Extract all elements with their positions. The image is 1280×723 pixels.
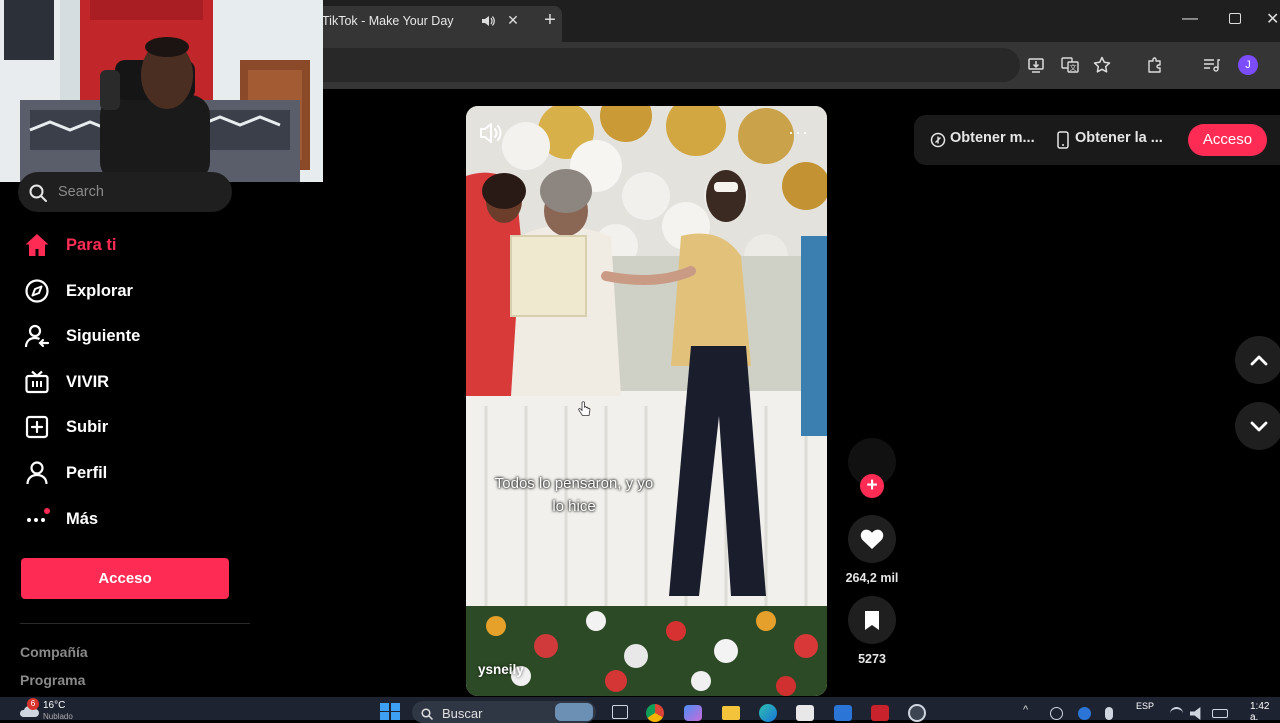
search-highlight-image [555, 703, 593, 721]
search-input[interactable]: Search [58, 184, 104, 200]
sidebar-item-mas[interactable]: Más [20, 500, 250, 540]
login-button[interactable]: Acceso [21, 558, 229, 599]
input-language[interactable]: ESP [1136, 701, 1154, 711]
store-icon[interactable] [796, 705, 814, 721]
following-icon [24, 324, 50, 348]
tab-audio-icon[interactable] [480, 13, 496, 29]
search-icon [29, 184, 47, 202]
video-caption: Todos lo pensaron, y yo lo hice [494, 475, 654, 515]
window-minimize-button[interactable]: — [1182, 10, 1198, 28]
bookmark-icon [865, 611, 879, 630]
home-icon [25, 234, 49, 256]
video-frame [466, 106, 827, 696]
taskbar-search-icon [421, 708, 433, 720]
footer-link-programa[interactable]: Programa [20, 672, 85, 688]
bookmark-star-icon[interactable] [1093, 56, 1111, 74]
top-login-button[interactable]: Acceso [1188, 124, 1267, 156]
microphone-icon[interactable] [1105, 707, 1113, 720]
follow-button[interactable]: + [860, 474, 884, 498]
sidebar-item-label: Más [66, 510, 99, 528]
sidebar-item-label: Para ti [66, 236, 117, 254]
tray-chevron-icon[interactable]: ^ [1023, 704, 1028, 716]
tab-close-icon[interactable]: ✕ [505, 12, 521, 29]
upload-icon [25, 415, 49, 439]
footer-link-compania[interactable]: Compañía [20, 644, 88, 660]
editor-icon[interactable] [834, 705, 852, 721]
app-icon[interactable] [908, 704, 926, 722]
red-app-icon[interactable] [871, 705, 889, 721]
video-player[interactable] [466, 106, 827, 696]
extensions-icon[interactable] [1146, 56, 1164, 74]
sidebar-divider [20, 623, 250, 624]
battery-icon[interactable] [1212, 709, 1228, 718]
chevron-down-icon [1250, 421, 1268, 432]
save-button[interactable] [848, 596, 896, 644]
video-more-icon[interactable]: ··· [788, 122, 809, 143]
save-count: 5273 [858, 652, 886, 666]
sidebar-item-vivir[interactable]: VIVIR [20, 363, 250, 403]
wifi-icon[interactable] [1170, 707, 1183, 720]
weather-temperature: 16°C [43, 700, 66, 711]
webcam-image [0, 0, 323, 182]
get-app-button[interactable]: Obtener la ... [1075, 130, 1163, 146]
sidebar-item-label: Explorar [66, 282, 133, 300]
edge-icon[interactable] [759, 704, 777, 722]
install-app-icon[interactable] [1027, 56, 1045, 74]
chevron-up-icon [1250, 355, 1268, 366]
tab-title: TikTok - Make Your Day [322, 14, 454, 28]
phone-icon [1057, 131, 1069, 149]
search-box[interactable] [18, 172, 232, 212]
profile-avatar[interactable]: J [1238, 55, 1258, 75]
window-close-button[interactable]: ✕ [1266, 9, 1279, 29]
sidebar-item-subir[interactable]: Subir [20, 408, 250, 448]
sidebar-item-para-ti[interactable]: Para ti [20, 226, 250, 266]
windows-start-icon[interactable] [380, 703, 400, 720]
svg-text:文: 文 [1070, 63, 1077, 72]
address-bar[interactable] [300, 48, 1020, 82]
more-icon [27, 508, 50, 522]
volume-icon[interactable] [478, 120, 504, 146]
translate-icon[interactable]: 文 [1061, 56, 1079, 74]
sidebar-item-label: Siguiente [66, 327, 141, 345]
file-explorer-icon[interactable] [722, 706, 740, 720]
like-button[interactable] [848, 515, 896, 563]
new-tab-button[interactable]: + [540, 9, 560, 32]
sidebar-item-siguiente[interactable]: Siguiente [20, 317, 250, 357]
video-author[interactable]: ysneily [478, 662, 524, 677]
copilot-icon[interactable] [684, 705, 702, 721]
tray-network-app-icon[interactable] [1078, 707, 1091, 720]
live-icon [25, 370, 49, 394]
task-view-icon[interactable] [612, 705, 628, 719]
next-video-button[interactable] [1235, 402, 1280, 450]
get-coins-button[interactable]: Obtener m... [950, 130, 1035, 146]
sidebar-item-label: Perfil [66, 464, 108, 482]
previous-video-button[interactable] [1235, 336, 1280, 384]
coins-icon [930, 132, 946, 148]
heart-icon [860, 529, 884, 549]
webcam-overlay [0, 0, 323, 182]
media-control-icon[interactable] [1202, 56, 1220, 74]
sidebar-item-explorar[interactable]: Explorar [20, 272, 250, 312]
like-count: 264,2 mil [845, 571, 899, 585]
taskbar-search-label: Buscar [442, 706, 483, 721]
sidebar-item-perfil[interactable]: Perfil [20, 454, 250, 494]
tray-app-icon[interactable] [1050, 707, 1063, 720]
sidebar-item-label: Subir [66, 418, 109, 436]
notification-badge: 6 [27, 698, 39, 710]
compass-icon [25, 279, 49, 303]
chrome-taskbar-icon[interactable] [646, 704, 664, 722]
sidebar-item-label: VIVIR [66, 373, 110, 391]
window-maximize-button[interactable] [1229, 13, 1241, 24]
hand-cursor-icon [578, 401, 591, 416]
profile-icon [26, 461, 48, 485]
